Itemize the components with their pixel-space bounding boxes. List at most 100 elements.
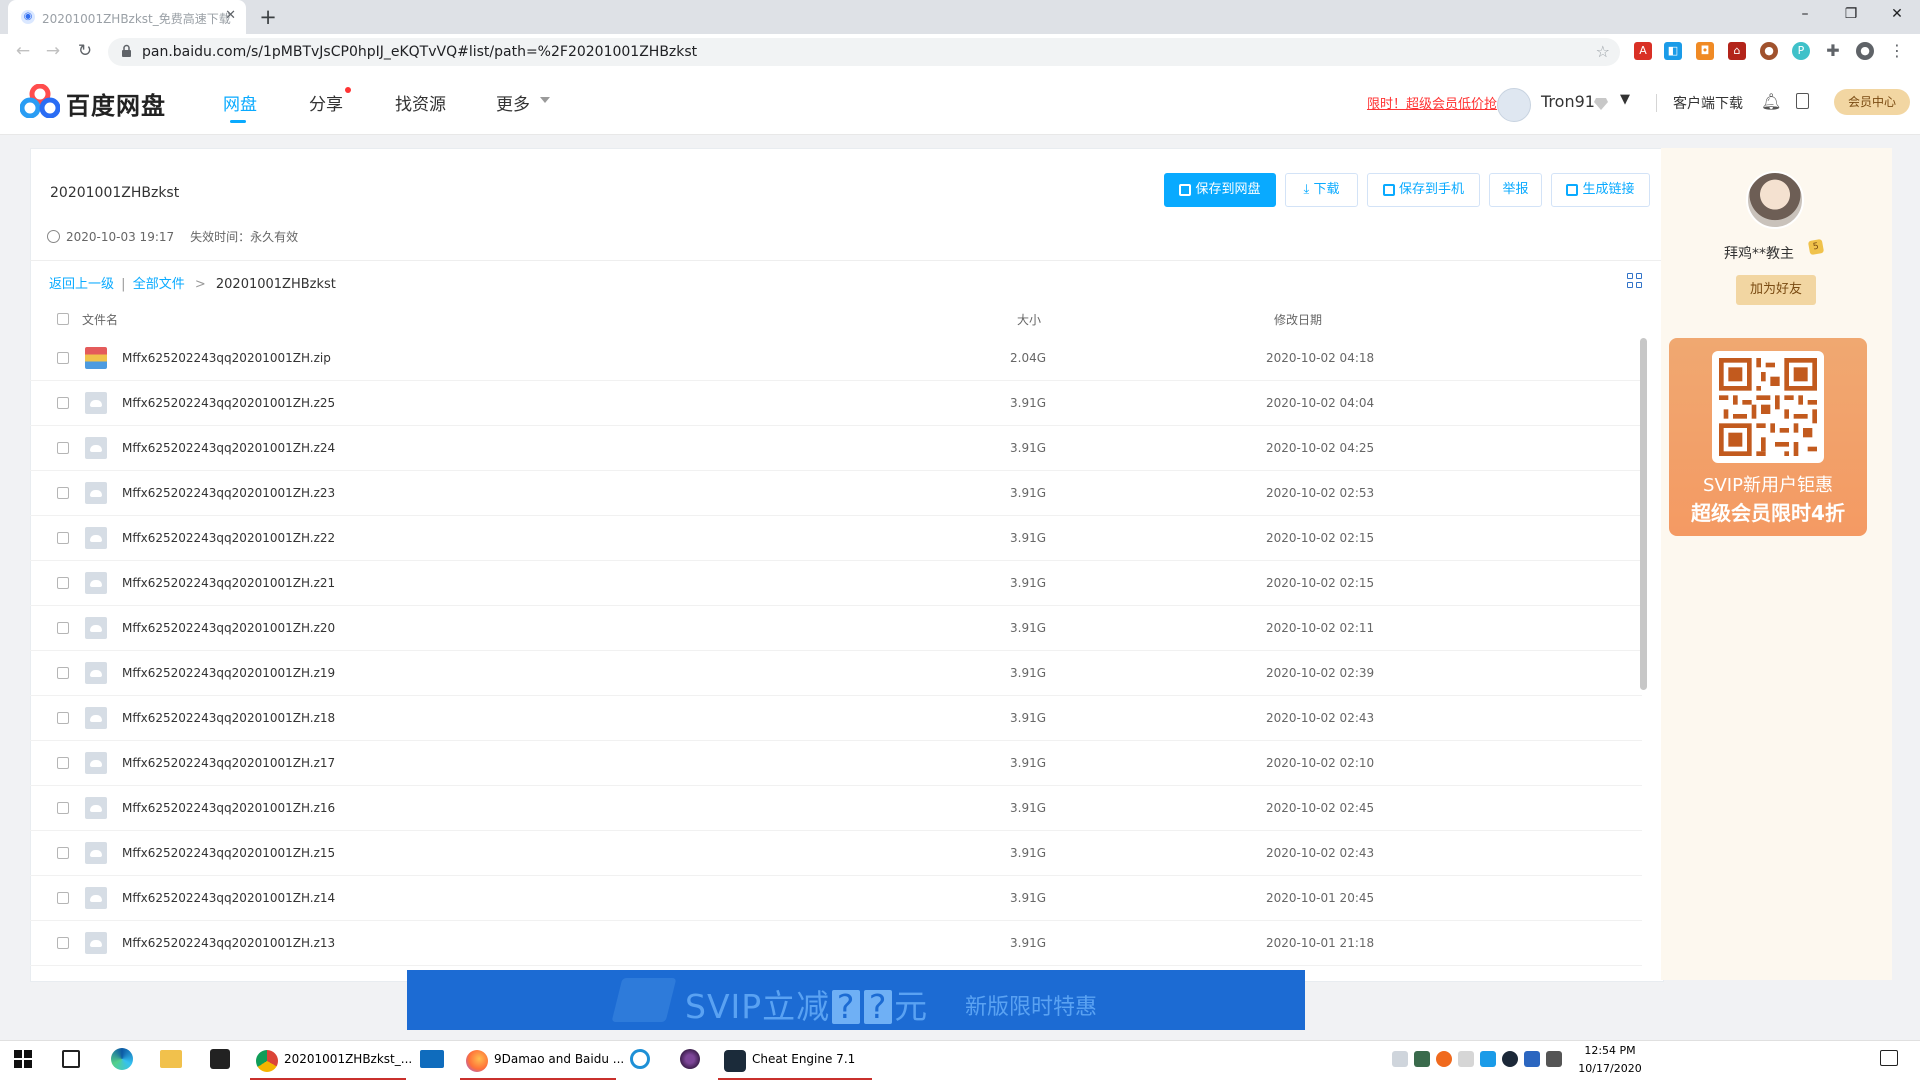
extensions-puzzle-icon[interactable]: ✚: [1824, 42, 1842, 60]
notification-center-icon[interactable]: [1880, 1050, 1898, 1066]
select-all-checkbox[interactable]: [57, 313, 69, 325]
vip-promo-link[interactable]: 限时！超级会员低价抢: [1367, 93, 1497, 112]
column-header-size[interactable]: 大小: [1017, 311, 1041, 328]
taskbar-date[interactable]: 10/17/2020: [1574, 1062, 1646, 1075]
close-tab-icon[interactable]: ✕: [225, 8, 236, 23]
table-row[interactable]: Mffx625202243qq20201001ZH.z24 3.91G 2020-1…: [30, 426, 1642, 471]
profile-icon[interactable]: ●: [1856, 42, 1874, 60]
bookmark-star-icon[interactable]: ☆: [1596, 42, 1610, 61]
internet-explorer-icon[interactable]: [630, 1049, 650, 1069]
taskbar-chrome[interactable]: 20201001ZHBzkst_...: [250, 1040, 412, 1080]
file-name[interactable]: Mffx625202243qq20201001ZH.z25: [122, 396, 335, 410]
row-checkbox[interactable]: [57, 757, 69, 769]
file-name[interactable]: Mffx625202243qq20201001ZH.z22: [122, 531, 335, 545]
table-row[interactable]: Mffx625202243qq20201001ZH.z25 3.91G 2020-1…: [30, 381, 1642, 426]
row-checkbox[interactable]: [57, 802, 69, 814]
download-button[interactable]: ⤓ 下载: [1285, 173, 1358, 207]
file-name[interactable]: Mffx625202243qq20201001ZH.z14: [122, 891, 335, 905]
table-row[interactable]: Mffx625202243qq20201001ZH.z17 3.91G 2020-1…: [30, 741, 1642, 786]
taskbar-time[interactable]: 12:54 PM: [1574, 1044, 1646, 1057]
row-checkbox[interactable]: [57, 937, 69, 949]
table-row[interactable]: Mffx625202243qq20201001ZH.zip 2.04G 2020-1…: [30, 336, 1642, 381]
row-checkbox[interactable]: [57, 622, 69, 634]
chevron-down-icon[interactable]: [540, 97, 550, 103]
tray-steam-icon[interactable]: [1502, 1051, 1518, 1067]
maximize-button[interactable]: ❐: [1828, 0, 1874, 30]
breadcrumb-all-files-link[interactable]: 全部文件: [133, 277, 185, 292]
baidu-netdisk-logo-icon[interactable]: [20, 84, 60, 118]
sharer-avatar[interactable]: [1746, 171, 1804, 229]
file-name[interactable]: Mffx625202243qq20201001ZH.z15: [122, 846, 335, 860]
client-download-link[interactable]: 客户端下载: [1673, 93, 1743, 113]
close-window-button[interactable]: ✕: [1874, 0, 1920, 30]
row-checkbox[interactable]: [57, 712, 69, 724]
file-name[interactable]: Mffx625202243qq20201001ZH.z17: [122, 756, 335, 770]
nav-find-resources[interactable]: 找资源: [395, 90, 446, 115]
file-name[interactable]: Mffx625202243qq20201001ZH.z21: [122, 576, 335, 590]
clipboard-icon[interactable]: [1796, 93, 1809, 109]
file-name[interactable]: Mffx625202243qq20201001ZH.z24: [122, 441, 335, 455]
row-checkbox[interactable]: [57, 847, 69, 859]
browser-tab[interactable]: ◉ 20201001ZHBzkst_免费高速下载 ✕: [8, 0, 246, 34]
forward-arrow-icon[interactable]: →: [40, 38, 66, 64]
report-button[interactable]: 举报: [1489, 173, 1542, 207]
table-row[interactable]: Mffx625202243qq20201001ZH.z15 3.91G 2020-1…: [30, 831, 1642, 876]
save-to-phone-button[interactable]: 保存到手机: [1367, 173, 1480, 207]
brand-name[interactable]: 百度网盘: [66, 86, 166, 121]
bell-icon[interactable]: 🔔︎: [1761, 92, 1781, 111]
svip-promo-banner[interactable]: SVIP立减?? 元 新版限时特惠: [407, 970, 1305, 1030]
shopping-extension-icon[interactable]: ◘: [1696, 42, 1714, 60]
task-view-icon[interactable]: [62, 1050, 80, 1068]
tray-overflow-icon[interactable]: [1392, 1051, 1408, 1067]
tray-shopping-icon[interactable]: [1436, 1051, 1452, 1067]
taskbar-firefox[interactable]: 9Damao and Baidu ...: [460, 1040, 624, 1080]
tray-word-icon[interactable]: [1524, 1051, 1540, 1067]
user-menu-chevron-icon[interactable]: ▼: [1620, 92, 1630, 107]
column-header-name[interactable]: 文件名: [82, 311, 118, 328]
nav-netdisk[interactable]: 网盘: [223, 90, 257, 115]
address-bar[interactable]: pan.baidu.com/s/1pMBTvJsCP0hpIJ_eKQTvVQ#…: [108, 38, 1620, 66]
file-name[interactable]: Mffx625202243qq20201001ZH.z18: [122, 711, 335, 725]
row-checkbox[interactable]: [57, 487, 69, 499]
file-name[interactable]: Mffx625202243qq20201001ZH.zip: [122, 351, 331, 365]
row-checkbox[interactable]: [57, 532, 69, 544]
table-row[interactable]: Mffx625202243qq20201001ZH.z18 3.91G 2020-1…: [30, 696, 1642, 741]
adblock-extension-icon[interactable]: A: [1634, 42, 1652, 60]
column-header-date[interactable]: 修改日期: [1274, 311, 1322, 328]
tray-network-icon[interactable]: [1546, 1051, 1562, 1067]
table-row[interactable]: Mffx625202243qq20201001ZH.z13 3.91G 2020-1…: [30, 921, 1642, 966]
screenshot-extension-icon[interactable]: ◧: [1664, 42, 1682, 60]
edge-icon[interactable]: [111, 1048, 133, 1070]
reload-icon[interactable]: ↻: [72, 38, 98, 64]
avatar[interactable]: [1497, 88, 1531, 122]
file-name[interactable]: Mffx625202243qq20201001ZH.z23: [122, 486, 335, 500]
row-checkbox[interactable]: [57, 892, 69, 904]
row-checkbox[interactable]: [57, 442, 69, 454]
pdf-extension-icon[interactable]: ⌂: [1728, 42, 1746, 60]
back-arrow-icon[interactable]: ←: [10, 38, 36, 64]
breadcrumb-back-link[interactable]: 返回上一级: [49, 277, 114, 292]
table-row[interactable]: Mffx625202243qq20201001ZH.z20 3.91G 2020-1…: [30, 606, 1642, 651]
table-row[interactable]: Mffx625202243qq20201001ZH.z22 3.91G 2020-1…: [30, 516, 1642, 561]
nav-more[interactable]: 更多: [496, 90, 530, 115]
nav-share[interactable]: 分享: [309, 90, 343, 115]
new-tab-button[interactable]: +: [254, 4, 282, 32]
file-list-scrollbar[interactable]: [1640, 338, 1647, 690]
grid-view-icon[interactable]: [1627, 273, 1643, 289]
file-explorer-icon[interactable]: [160, 1050, 182, 1068]
row-checkbox[interactable]: [57, 667, 69, 679]
file-name[interactable]: Mffx625202243qq20201001ZH.z20: [122, 621, 335, 635]
minimize-button[interactable]: –: [1782, 0, 1828, 30]
row-checkbox[interactable]: [57, 352, 69, 364]
save-to-netdisk-button[interactable]: 保存到网盘: [1164, 173, 1276, 207]
table-row[interactable]: Mffx625202243qq20201001ZH.z19 3.91G 2020-1…: [30, 651, 1642, 696]
taskbar-cheat-engine[interactable]: Cheat Engine 7.1: [718, 1040, 872, 1080]
file-name[interactable]: Mffx625202243qq20201001ZH.z19: [122, 666, 335, 680]
windows-start-icon[interactable]: [14, 1050, 32, 1068]
file-name[interactable]: Mffx625202243qq20201001ZH.z13: [122, 936, 335, 950]
username[interactable]: Tron91: [1541, 92, 1595, 111]
row-checkbox[interactable]: [57, 577, 69, 589]
table-row[interactable]: Mffx625202243qq20201001ZH.z14 3.91G 2020-1…: [30, 876, 1642, 921]
mail-icon[interactable]: [420, 1050, 444, 1068]
generate-link-button[interactable]: 生成链接: [1551, 173, 1650, 207]
